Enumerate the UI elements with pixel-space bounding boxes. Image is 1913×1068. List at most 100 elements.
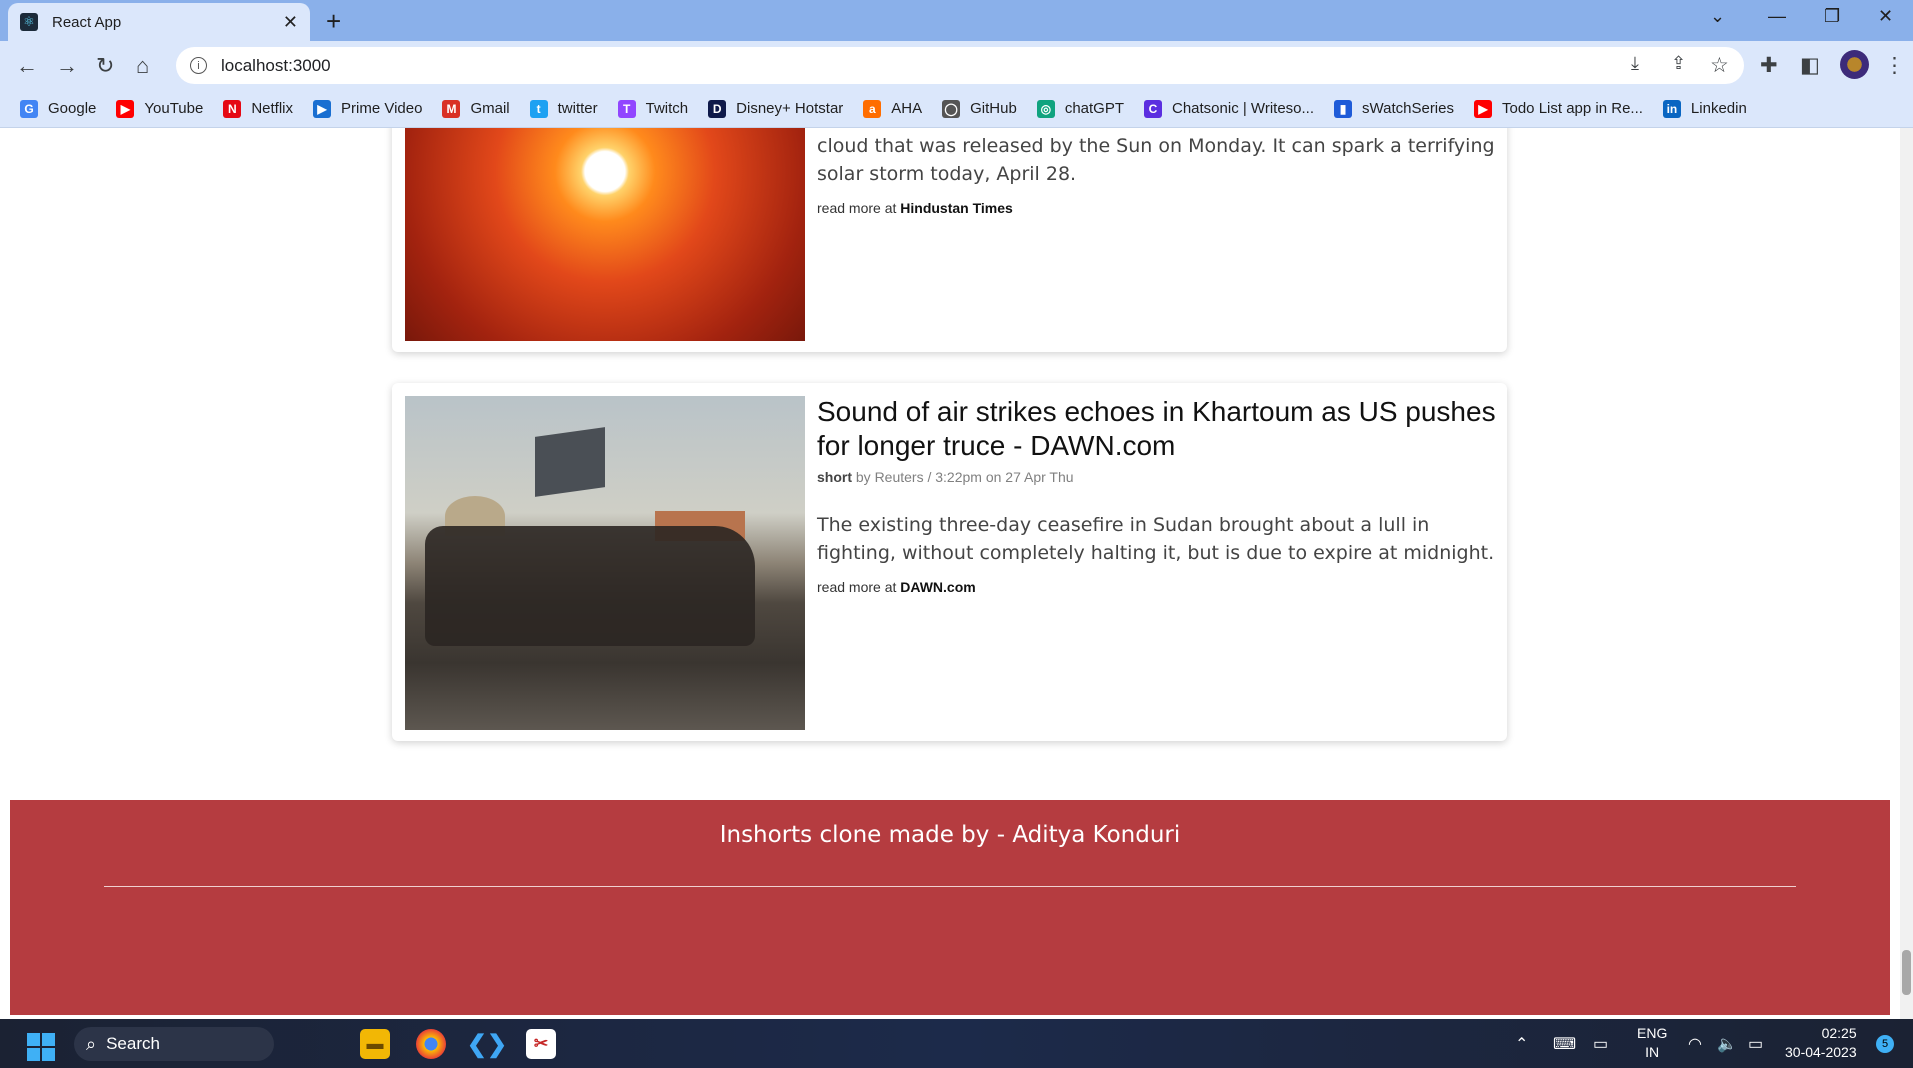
battery-icon[interactable]: ▭ [1748,1034,1763,1054]
bookmark-icon: in [1662,99,1681,118]
restore-icon[interactable]: ❐ [1824,6,1840,27]
taskbar-search[interactable]: ⌕ Search [74,1027,274,1061]
close-tab-icon[interactable]: ✕ [283,12,298,33]
install-icon[interactable]: ⤓ [1631,53,1639,74]
footer-credit: Inshorts clone made by - Aditya Konduri [719,822,1181,848]
profile-avatar[interactable] [1840,50,1869,79]
bookmark-label: Twitch [645,100,689,117]
snipping-tool-icon[interactable]: ✂ [526,1029,556,1059]
file-explorer-icon[interactable]: ▬ [360,1029,390,1059]
extensions-icon[interactable]: ✚ [1760,53,1778,78]
bookmark-item[interactable]: D Disney+ Hotstar [708,99,844,118]
bookmark-item[interactable]: M Gmail [442,99,510,118]
chrome-icon[interactable] [416,1029,446,1059]
bookmark-icon: M [442,99,461,118]
news-meta: short by Reuters / 3:22pm on 27 Apr Thu [817,469,1497,485]
taskbar: ⌕ Search ▬ ❮❯ ✂ ⌃ ⌨ ▭ ENG IN ◠ 🔈 ▭ 02:25… [0,1019,1913,1068]
bookmark-icon: C [1144,99,1162,118]
bookmark-item[interactable]: ▶ YouTube [116,99,204,118]
read-more-prefix: read more at [817,579,897,595]
read-more-prefix: read more at [817,200,897,216]
bookmark-item[interactable]: T Twitch [617,99,689,118]
site-info-icon[interactable]: i [190,57,207,74]
bookmark-icon: ▶ [313,99,332,118]
lang-region: IN [1645,1044,1660,1060]
tab-title: React App [52,13,122,31]
bookmark-item[interactable]: ▶ Prime Video [313,99,423,118]
bookmark-item[interactable]: G Google [20,99,96,118]
khartoum-image [405,396,805,730]
back-icon[interactable]: ← [16,53,38,79]
menu-kebab-icon[interactable]: ⋮ [1884,53,1905,78]
reload-icon[interactable]: ↻ [96,53,114,79]
close-window-icon[interactable]: ✕ [1878,6,1893,27]
bookmark-label: AHA [891,100,923,117]
burnt-truck-shape [425,526,755,646]
bookmark-item[interactable]: N Netflix [223,99,294,118]
bookmark-label: sWatchSeries [1362,100,1454,117]
bookmark-label: Gmail [470,100,510,117]
address-bar[interactable]: i localhost:3000 [176,47,1744,84]
bookmark-star-icon[interactable]: ☆ [1710,53,1729,78]
bookmark-item[interactable]: ◯ GitHub [942,99,1017,118]
bookmark-item[interactable]: ▮ sWatchSeries [1334,99,1454,118]
source-link[interactable]: DAWN.com [900,579,975,595]
browser-tab-strip: ⚛ React App ✕ + ⌄ — ❐ ✕ [0,0,1913,41]
clock-date: 30-04-2023 [1785,1044,1857,1060]
bookmark-icon: ◯ [942,99,961,118]
scrollbar-thumb[interactable] [1902,950,1911,995]
bookmark-icon: a [863,99,882,118]
bookmark-icon: ▶ [116,99,135,118]
vscode-icon[interactable]: ❮❯ [467,1029,507,1059]
home-icon[interactable]: ⌂ [136,53,149,79]
display-icon[interactable]: ▭ [1593,1034,1608,1054]
bookmark-item[interactable]: ◎ chatGPT [1036,99,1124,118]
language-indicator[interactable]: ENG IN [1637,1024,1667,1062]
bookmark-item[interactable]: C Chatsonic | Writeso... [1144,99,1315,118]
notification-badge[interactable]: 5 [1876,1035,1894,1053]
bookmark-item[interactable]: in Linkedin [1662,99,1747,118]
footer-divider [104,886,1796,887]
url-text: localhost:3000 [221,55,331,75]
system-clock[interactable]: 02:25 30-04-2023 [1785,1024,1857,1062]
bookmark-icon: D [708,99,727,118]
bookmark-label: YouTube [144,100,204,117]
read-more: read more at Hindustan Times [817,200,1497,216]
search-label: Search [106,1034,160,1053]
page-scrollbar[interactable] [1900,128,1913,1019]
bookmark-label: Todo List app in Re... [1502,100,1643,117]
minimize-icon[interactable]: — [1768,6,1786,27]
footer: Inshorts clone made by - Aditya Konduri [10,800,1890,1015]
billboard-shape [535,427,605,497]
bookmark-icon: ◎ [1036,99,1055,118]
bookmark-label: chatGPT [1064,100,1124,117]
bookmark-item[interactable]: a AHA [863,99,923,118]
bookmark-icon: ▶ [1474,99,1492,118]
bookmark-label: GitHub [970,100,1017,117]
bookmark-item[interactable]: ▶ Todo List app in Re... [1474,99,1643,118]
share-icon[interactable]: ⇪ [1671,53,1686,74]
side-panel-icon[interactable]: ◧ [1800,53,1820,78]
bookmark-icon: ▮ [1334,99,1353,118]
show-hidden-icons-icon[interactable]: ⌃ [1515,1034,1528,1054]
volume-icon[interactable]: 🔈 [1717,1034,1737,1054]
wifi-icon[interactable]: ◠ [1688,1034,1702,1054]
windows-start-icon[interactable] [27,1033,55,1061]
bookmark-label: Disney+ Hotstar [736,100,844,117]
bookmark-label: Prime Video [341,100,423,117]
tab-search-icon[interactable]: ⌄ [1710,6,1725,27]
forward-icon[interactable]: → [56,53,78,79]
clock-time: 02:25 [1821,1025,1857,1041]
keyboard-icon[interactable]: ⌨ [1553,1034,1576,1054]
page-viewport: Forecasters have predicted that the Eart… [0,128,1900,1019]
bookmark-icon: t [529,99,548,118]
source-link[interactable]: Hindustan Times [900,200,1013,216]
bookmark-item[interactable]: t twitter [529,99,598,118]
news-card: Sound of air strikes echoes in Khartoum … [392,383,1507,741]
new-tab-button[interactable]: + [326,6,341,37]
bookmark-label: Chatsonic | Writeso... [1172,100,1315,117]
tab-react-app[interactable]: ⚛ React App ✕ [8,3,310,41]
bookmark-label: Netflix [251,100,294,117]
short-label: short [817,469,852,485]
lang-code: ENG [1637,1025,1668,1041]
